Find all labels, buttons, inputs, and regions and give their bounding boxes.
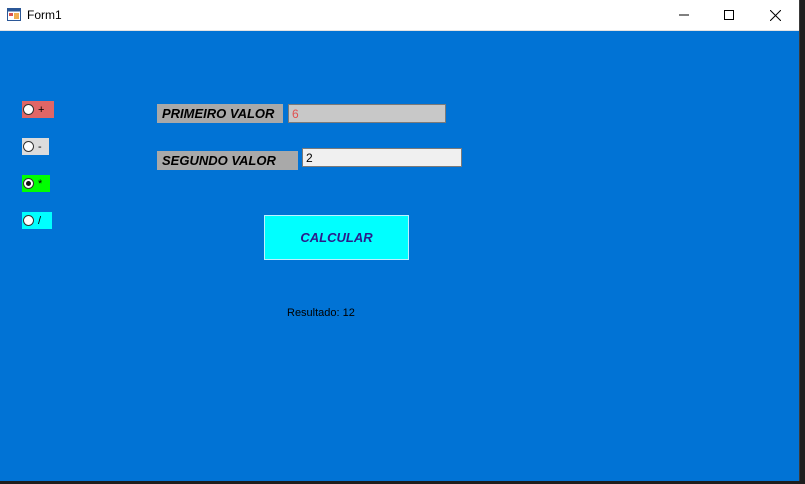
primeiro-valor-label: PRIMEIRO VALOR [157, 104, 283, 123]
radio-circle[interactable] [23, 215, 34, 226]
radio-label: - [38, 140, 42, 153]
maximize-button[interactable] [706, 0, 752, 30]
radio-circle-checked[interactable] [23, 178, 34, 189]
minimize-icon [679, 10, 689, 20]
calcular-button[interactable]: CALCULAR [264, 215, 409, 260]
maximize-icon [724, 10, 734, 20]
primeiro-valor-input[interactable] [288, 104, 446, 123]
segundo-valor-input[interactable] [302, 148, 462, 167]
background-strip-right [800, 0, 805, 484]
close-button[interactable] [752, 0, 798, 30]
radio-label: * [38, 177, 43, 190]
radio-circle[interactable] [23, 104, 34, 115]
radio-division[interactable]: / [22, 212, 52, 229]
radio-multiplication[interactable]: * [22, 175, 50, 192]
app-icon [7, 8, 21, 21]
radio-label: + [38, 103, 45, 116]
radio-subtraction[interactable]: - [22, 138, 49, 155]
minimize-button[interactable] [661, 0, 707, 30]
title-bar[interactable]: Form1 [0, 0, 799, 31]
window-title: Form1 [27, 8, 62, 22]
radio-addition[interactable]: + [22, 101, 54, 118]
radio-label: / [38, 214, 42, 227]
radio-circle[interactable] [23, 141, 34, 152]
segundo-valor-label: SEGUNDO VALOR [157, 151, 298, 170]
close-icon [769, 9, 781, 21]
form1-window: Form1 + - * / PRIMEIRO VALOR 6 SEGUNDO V… [0, 0, 800, 481]
resultado-label: Resultado: 12 [287, 307, 355, 319]
